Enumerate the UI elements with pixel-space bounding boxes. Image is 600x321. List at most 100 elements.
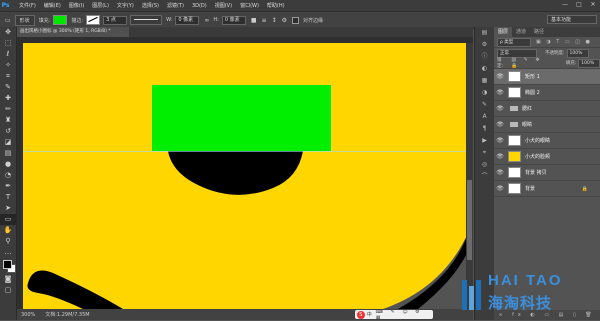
menu-file[interactable]: 文件(F) — [19, 2, 36, 9]
close-icon[interactable]: ✕ — [589, 1, 597, 9]
menu-view[interactable]: 视图(V) — [215, 2, 232, 9]
opacity-input[interactable]: 100% — [566, 48, 589, 58]
layer-name[interactable]: 背景 拷贝 — [525, 169, 547, 176]
layer-name[interactable]: 小犬的脸颊 — [525, 153, 550, 160]
magic-wand-icon[interactable]: ✧ — [0, 60, 16, 71]
swatches-icon[interactable]: ▦ — [475, 75, 494, 87]
layer-name[interactable]: 背景 — [525, 185, 535, 192]
path-alignment-icon[interactable]: ≡ — [262, 17, 267, 24]
properties-icon[interactable]: ⚙ — [475, 39, 494, 51]
path-select-icon[interactable]: ➤ — [0, 203, 16, 214]
gradient-icon[interactable]: ▤ — [0, 148, 16, 159]
path-operations-icon[interactable]: ■ — [251, 17, 257, 24]
layer-name[interactable]: 矩形 1 — [525, 73, 540, 80]
width-input[interactable]: 0 像素 — [175, 15, 200, 25]
tool-preset-icon[interactable]: ▭ — [5, 17, 11, 24]
link-icon[interactable]: ∞ — [204, 17, 209, 24]
layer-name[interactable]: 椭圆 2 — [525, 89, 540, 96]
menu-filter[interactable]: 滤镜(T) — [167, 2, 184, 9]
tab-channels[interactable]: 通道 — [512, 27, 530, 37]
mode-dropdown[interactable]: 形状 — [14, 14, 35, 26]
dodge-icon[interactable]: ◔ — [0, 170, 16, 181]
eye-icon[interactable]: 👁 — [494, 105, 506, 112]
pen-icon[interactable]: ✒ — [0, 181, 16, 192]
menu-image[interactable]: 图像(I) — [69, 2, 84, 9]
stroke-width-input[interactable]: 3 点 — [103, 15, 128, 25]
layer-row[interactable]: 👁 椭圆 2 — [494, 85, 600, 101]
eraser-icon[interactable]: ◪ — [0, 137, 16, 148]
lasso-icon[interactable]: ℓ — [0, 49, 16, 60]
paths-icon[interactable]: ⌒ — [475, 171, 494, 183]
align-edges-checkbox[interactable] — [291, 16, 299, 24]
maximize-icon[interactable]: □ — [575, 1, 583, 9]
blur-icon[interactable]: ● — [0, 159, 16, 170]
stamp-icon[interactable]: ♜ — [0, 115, 16, 126]
foreground-color[interactable] — [3, 260, 12, 269]
menu-select[interactable]: 选择(S) — [142, 2, 159, 9]
stroke-color-swatch[interactable] — [86, 15, 101, 25]
info-icon[interactable]: ⓘ — [475, 51, 494, 63]
layer-row[interactable]: 👁 背景 🔒 — [494, 181, 600, 197]
hand-icon[interactable]: ✋ — [0, 225, 16, 236]
zoom-icon[interactable]: ⚲ — [0, 236, 16, 247]
color-swatches[interactable] — [0, 258, 16, 274]
type-icon[interactable]: T — [0, 192, 16, 203]
character-icon[interactable]: A — [475, 111, 494, 123]
healing-icon[interactable]: ✚ — [0, 93, 16, 104]
channels-icon[interactable]: ◎ — [475, 159, 494, 171]
menu-layer[interactable]: 图层(L) — [92, 2, 109, 9]
more-tools-icon[interactable]: … — [0, 247, 16, 258]
zoom-level[interactable]: 300% — [21, 312, 35, 318]
menu-edit[interactable]: 编辑(E) — [44, 2, 61, 9]
menu-type[interactable]: 文字(Y) — [117, 2, 134, 9]
paragraph-icon[interactable]: ¶ — [475, 123, 494, 135]
menu-3d[interactable]: 3D(D) — [192, 3, 207, 9]
eye-icon[interactable]: 👁 — [494, 153, 506, 160]
color-icon[interactable]: ◐ — [475, 63, 494, 75]
brush-settings-icon[interactable]: ✎ — [475, 99, 494, 111]
move-icon[interactable]: ✥ — [0, 27, 16, 38]
eye-icon[interactable]: 👁 — [494, 169, 506, 176]
eye-icon[interactable]: 👁 — [494, 185, 506, 192]
layer-kind-dropdown[interactable]: ρ 类型 — [497, 37, 531, 47]
gear-icon[interactable]: ⚙ — [282, 17, 287, 24]
adjustments-icon[interactable]: ◑ — [475, 87, 494, 99]
scrollbar-thumb[interactable] — [467, 180, 472, 260]
brush-icon[interactable]: ✏ — [0, 104, 16, 115]
layer-name[interactable]: 眼睛 — [522, 121, 532, 128]
marquee-icon[interactable]: ⬚ — [0, 38, 16, 49]
minimize-icon[interactable]: — — [561, 1, 569, 9]
crop-icon[interactable]: ⌗ — [0, 71, 16, 82]
navigator-icon[interactable]: ⌖ — [475, 147, 494, 159]
layer-row[interactable]: 👁 眼睛 — [494, 117, 600, 133]
lock-icons[interactable]: ▨ ✎ ✥ 🔒 — [511, 57, 555, 69]
document-tab[interactable]: 画出风格小图标 @ 300% (矩形 1, RGB/8) * — [17, 27, 129, 37]
layer-row[interactable]: 👁 腮红 — [494, 101, 600, 117]
workspace-dropdown[interactable]: 基本功能 — [547, 15, 597, 24]
screen-mode-icon[interactable]: ▢ — [0, 285, 16, 296]
filter-icons[interactable]: ▣ ◑ T ▭ ◫ ● — [536, 39, 592, 45]
ime-toolbar[interactable]: S 中 ⌨ ✎ ☺ ⚙ ▦ — [355, 309, 433, 321]
tab-paths[interactable]: 路径 — [530, 27, 548, 37]
layer-row[interactable]: 👁 小犬的脸颊 — [494, 149, 600, 165]
layer-name[interactable]: 腮红 — [522, 105, 532, 112]
stroke-type-dropdown[interactable] — [130, 15, 163, 25]
actions-icon[interactable]: ▶ — [475, 135, 494, 147]
layer-name[interactable]: 小犬的眼睛 — [525, 137, 550, 144]
fill-input[interactable]: 100% — [578, 58, 600, 68]
eye-icon[interactable]: 👁 — [494, 73, 506, 80]
layer-row[interactable]: 👁 小犬的眼睛 — [494, 133, 600, 149]
history-icon[interactable]: ▤ — [475, 27, 494, 39]
height-input[interactable]: 0 像素 — [221, 15, 246, 25]
ime-mode-label[interactable]: 中 — [367, 311, 372, 318]
canvas[interactable] — [23, 43, 473, 309]
menu-help[interactable]: 帮助(H) — [267, 2, 285, 9]
rectangle-tool-icon[interactable]: ▭ — [0, 214, 16, 225]
layer-row[interactable]: 👁 矩形 1 — [494, 69, 600, 85]
ime-tool-icons[interactable]: ⌨ ✎ ☺ ⚙ ▦ — [376, 309, 433, 321]
guide-line[interactable] — [23, 151, 473, 152]
history-brush-icon[interactable]: ↺ — [0, 126, 16, 137]
eye-icon[interactable]: 👁 — [494, 121, 506, 128]
eye-icon[interactable]: 👁 — [494, 89, 506, 96]
eye-icon[interactable]: 👁 — [494, 137, 506, 144]
